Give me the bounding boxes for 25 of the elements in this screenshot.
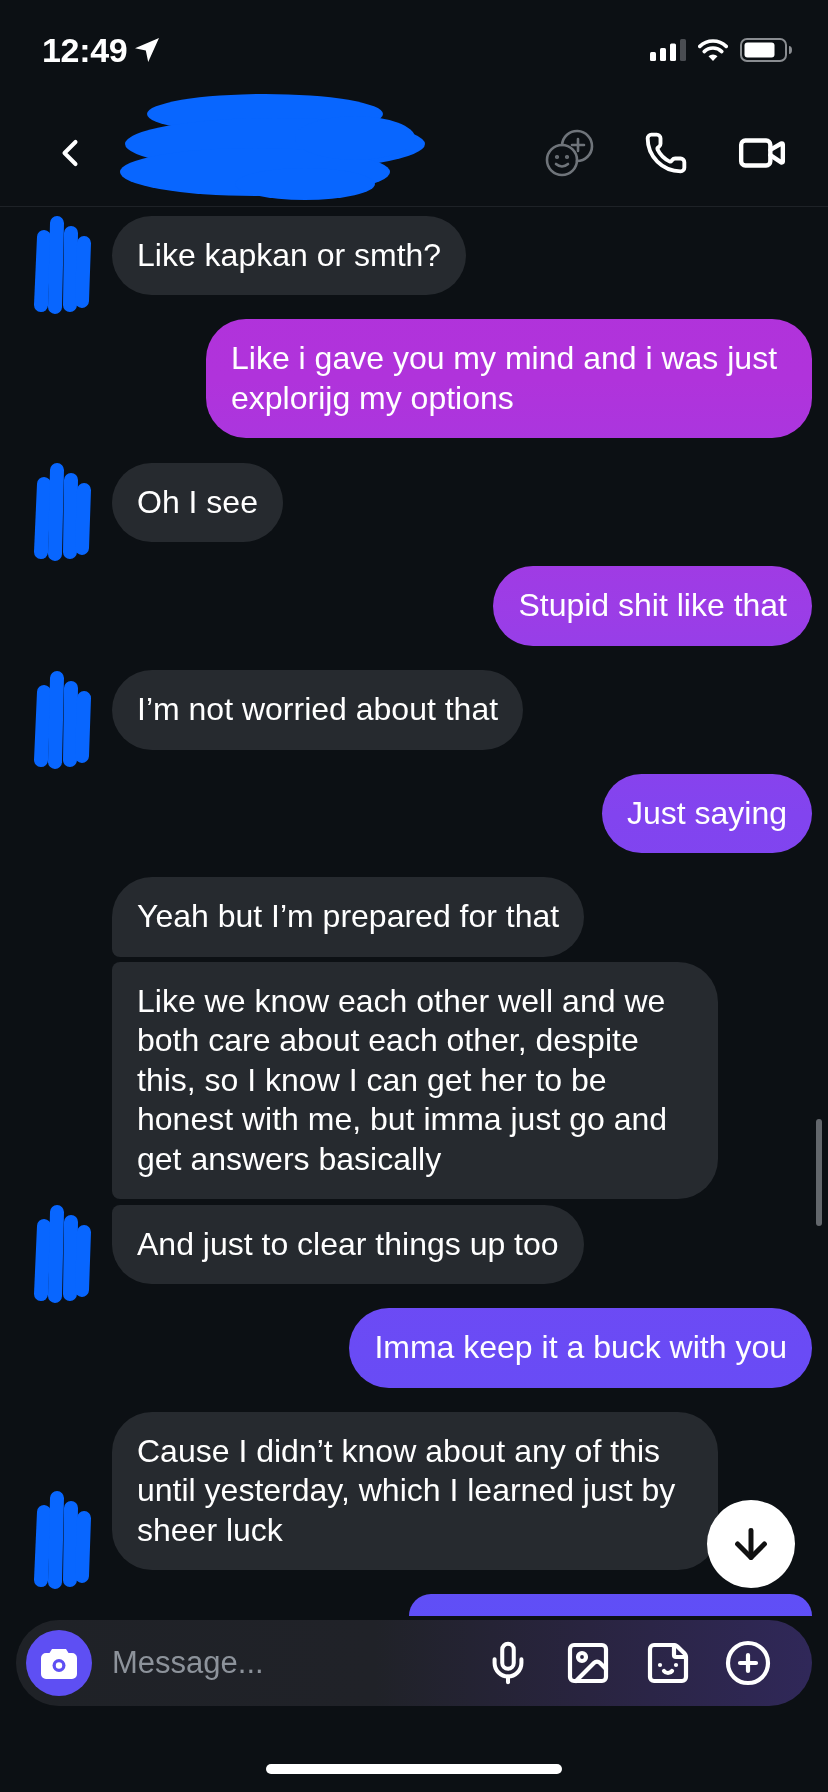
camera-button[interactable]: [26, 1630, 92, 1696]
wifi-icon: [698, 39, 728, 61]
message-field[interactable]: Message...: [112, 1638, 483, 1688]
camera-icon: [41, 1647, 77, 1679]
plus-circle-icon: [724, 1639, 772, 1687]
message-bubble: I’m not worried about that: [112, 670, 524, 750]
message-bubble: Like i gave you my mind and i was just explorijg my options: [206, 319, 812, 438]
message-bubble: Yeah but I’m prepared for that: [112, 877, 585, 957]
status-time: 12:49: [42, 30, 128, 70]
message-bubble: Imma keep it a buck with you: [349, 1308, 812, 1388]
message-bubble: Oh I see: [112, 462, 283, 542]
message-bubble: And just to clear things up too: [112, 1204, 584, 1284]
message-composer[interactable]: Message...: [16, 1620, 812, 1706]
add-people-button[interactable]: [545, 128, 595, 178]
add-button[interactable]: [723, 1638, 773, 1688]
message-bubble: Like we know each other well and we both care about each other, despite this, so I know I can get her to be honest with me, but imma just go and get answers basically: [112, 961, 718, 1199]
phone-icon: [644, 131, 688, 175]
message-bubble: Like kapkan or smth?: [112, 215, 467, 295]
smiley-plus-icon: [545, 128, 595, 178]
location-arrow-icon: [135, 38, 160, 62]
message-bubble: Just saying: [601, 773, 812, 853]
message-bubble: Stupid shit like that: [493, 566, 812, 646]
battery-icon: [740, 38, 792, 62]
signal-icon: [650, 39, 686, 61]
message-bubble: Cause I didn’t know about any of this until yesterday, which I learned just by sheer luck: [112, 1411, 718, 1570]
